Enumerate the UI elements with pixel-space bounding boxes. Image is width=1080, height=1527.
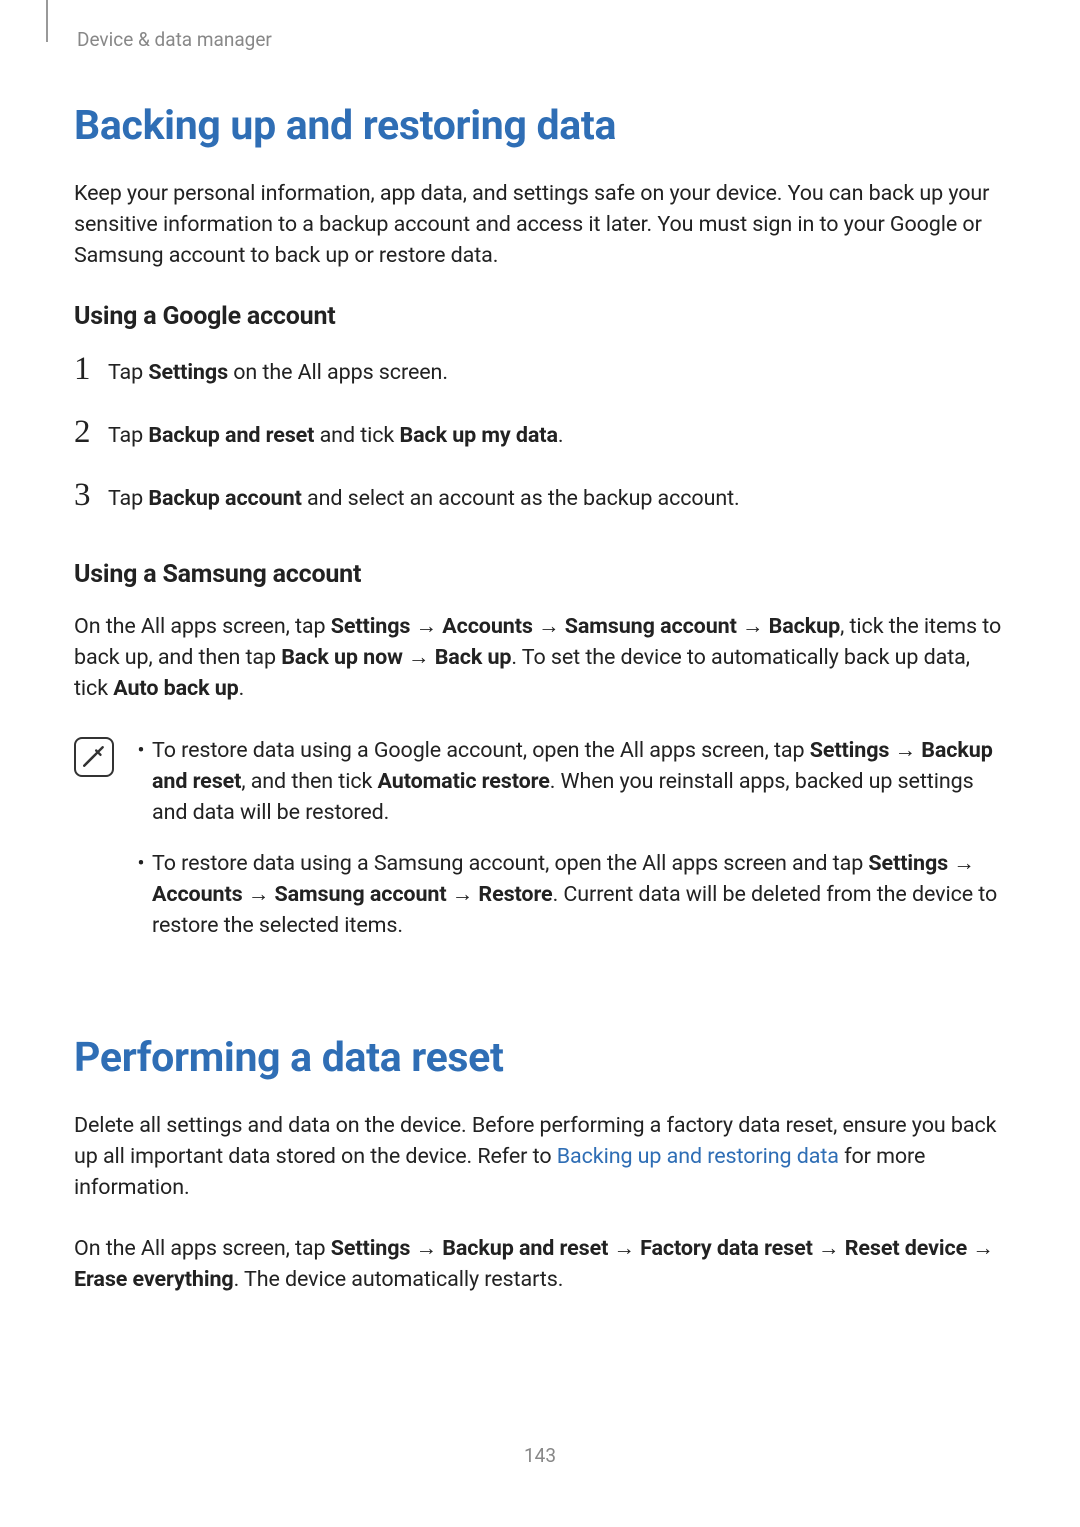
- txt-bold: Factory data reset: [640, 1236, 813, 1261]
- txt: on the All apps screen.: [228, 360, 448, 385]
- arrow: →: [967, 1236, 994, 1261]
- page-number: 143: [0, 1444, 1080, 1467]
- txt-bold: Back up my data: [399, 423, 557, 448]
- arrow: →: [403, 645, 435, 670]
- reset-paragraph-2: On the All apps screen, tap Settings → B…: [74, 1233, 1008, 1295]
- txt-bold: Settings: [148, 360, 228, 385]
- arrow: →: [410, 1236, 442, 1261]
- arrow: →: [243, 882, 275, 907]
- txt-bold: Backup and reset: [148, 423, 314, 448]
- breadcrumb: Device & data manager: [77, 28, 272, 51]
- txt-bold: Settings: [810, 738, 890, 763]
- step-number-2: 2: [74, 416, 108, 449]
- step-3-text: Tap Backup account and select an account…: [108, 479, 740, 514]
- bullet-text: To restore data using a Samsung account,…: [152, 848, 1008, 942]
- txt: and tick: [314, 423, 399, 448]
- txt: . The device automatically restarts.: [234, 1267, 564, 1292]
- arrow: →: [737, 614, 769, 639]
- txt-bold: Samsung account: [565, 614, 737, 639]
- txt-bold: Auto back up: [113, 676, 238, 701]
- intro-paragraph: Keep your personal information, app data…: [74, 178, 1008, 272]
- txt-bold: Automatic restore: [378, 769, 550, 794]
- txt-bold: Backup account: [148, 486, 301, 511]
- txt: Tap: [108, 423, 148, 448]
- arrow: →: [533, 614, 565, 639]
- bullet-item: • To restore data using a Google account…: [130, 735, 1008, 829]
- reset-paragraph-1: Delete all settings and data on the devi…: [74, 1110, 1008, 1204]
- note-block: • To restore data using a Google account…: [74, 735, 1008, 962]
- txt-bold: Backup and reset: [442, 1236, 608, 1261]
- bullet-item: • To restore data using a Samsung accoun…: [130, 848, 1008, 942]
- page-margin-line: [46, 0, 48, 42]
- subheading-google: Using a Google account: [74, 302, 1008, 331]
- txt-bold: Accounts: [442, 614, 533, 639]
- arrow: →: [889, 738, 921, 763]
- txt: On the All apps screen, tap: [74, 614, 331, 639]
- txt: Tap: [108, 486, 148, 511]
- step-number-3: 3: [74, 479, 108, 512]
- txt: .: [239, 676, 245, 701]
- heading-data-reset: Performing a data reset: [74, 1034, 1008, 1082]
- txt-bold: Back up: [435, 645, 512, 670]
- step-2-text: Tap Backup and reset and tick Back up my…: [108, 416, 563, 451]
- link-backing-up[interactable]: Backing up and restoring data: [557, 1144, 839, 1169]
- samsung-paragraph: On the All apps screen, tap Settings → A…: [74, 611, 1008, 705]
- txt-bold: Accounts: [152, 882, 243, 907]
- txt-bold: Back up now: [281, 645, 403, 670]
- txt: .: [558, 423, 564, 448]
- txt-bold: Restore: [478, 882, 552, 907]
- step-2: 2 Tap Backup and reset and tick Back up …: [74, 416, 1008, 451]
- step-1-text: Tap Settings on the All apps screen.: [108, 353, 448, 388]
- arrow: →: [813, 1236, 845, 1261]
- note-list: • To restore data using a Google account…: [118, 735, 1008, 962]
- bullet-text: To restore data using a Google account, …: [152, 735, 1008, 829]
- txt-bold: Samsung account: [274, 882, 446, 907]
- txt: To restore data using a Samsung account,…: [152, 851, 868, 876]
- txt-bold: Settings: [331, 614, 411, 639]
- note-icon-wrap: [74, 735, 118, 962]
- step-1: 1 Tap Settings on the All apps screen.: [74, 353, 1008, 388]
- txt: , and then tick: [241, 769, 377, 794]
- step-number-1: 1: [74, 353, 108, 386]
- txt-bold: Erase everything: [74, 1267, 234, 1292]
- step-3: 3 Tap Backup account and select an accou…: [74, 479, 1008, 514]
- txt-bold: Settings: [868, 851, 948, 876]
- txt: Tap: [108, 360, 148, 385]
- bullet-dot: •: [130, 848, 152, 942]
- main-content: Backing up and restoring data Keep your …: [74, 102, 1008, 1295]
- arrow: →: [608, 1236, 640, 1261]
- txt: On the All apps screen, tap: [74, 1236, 331, 1261]
- arrow: →: [447, 882, 479, 907]
- note-icon: [74, 737, 114, 777]
- arrow: →: [410, 614, 442, 639]
- bullet-dot: •: [130, 735, 152, 829]
- txt: To restore data using a Google account, …: [152, 738, 810, 763]
- txt: and select an account as the backup acco…: [302, 486, 740, 511]
- arrow: →: [948, 851, 975, 876]
- txt-bold: Backup: [769, 614, 840, 639]
- heading-backing-up: Backing up and restoring data: [74, 102, 1008, 150]
- txt-bold: Reset device: [845, 1236, 967, 1261]
- subheading-samsung: Using a Samsung account: [74, 560, 1008, 589]
- txt-bold: Settings: [331, 1236, 411, 1261]
